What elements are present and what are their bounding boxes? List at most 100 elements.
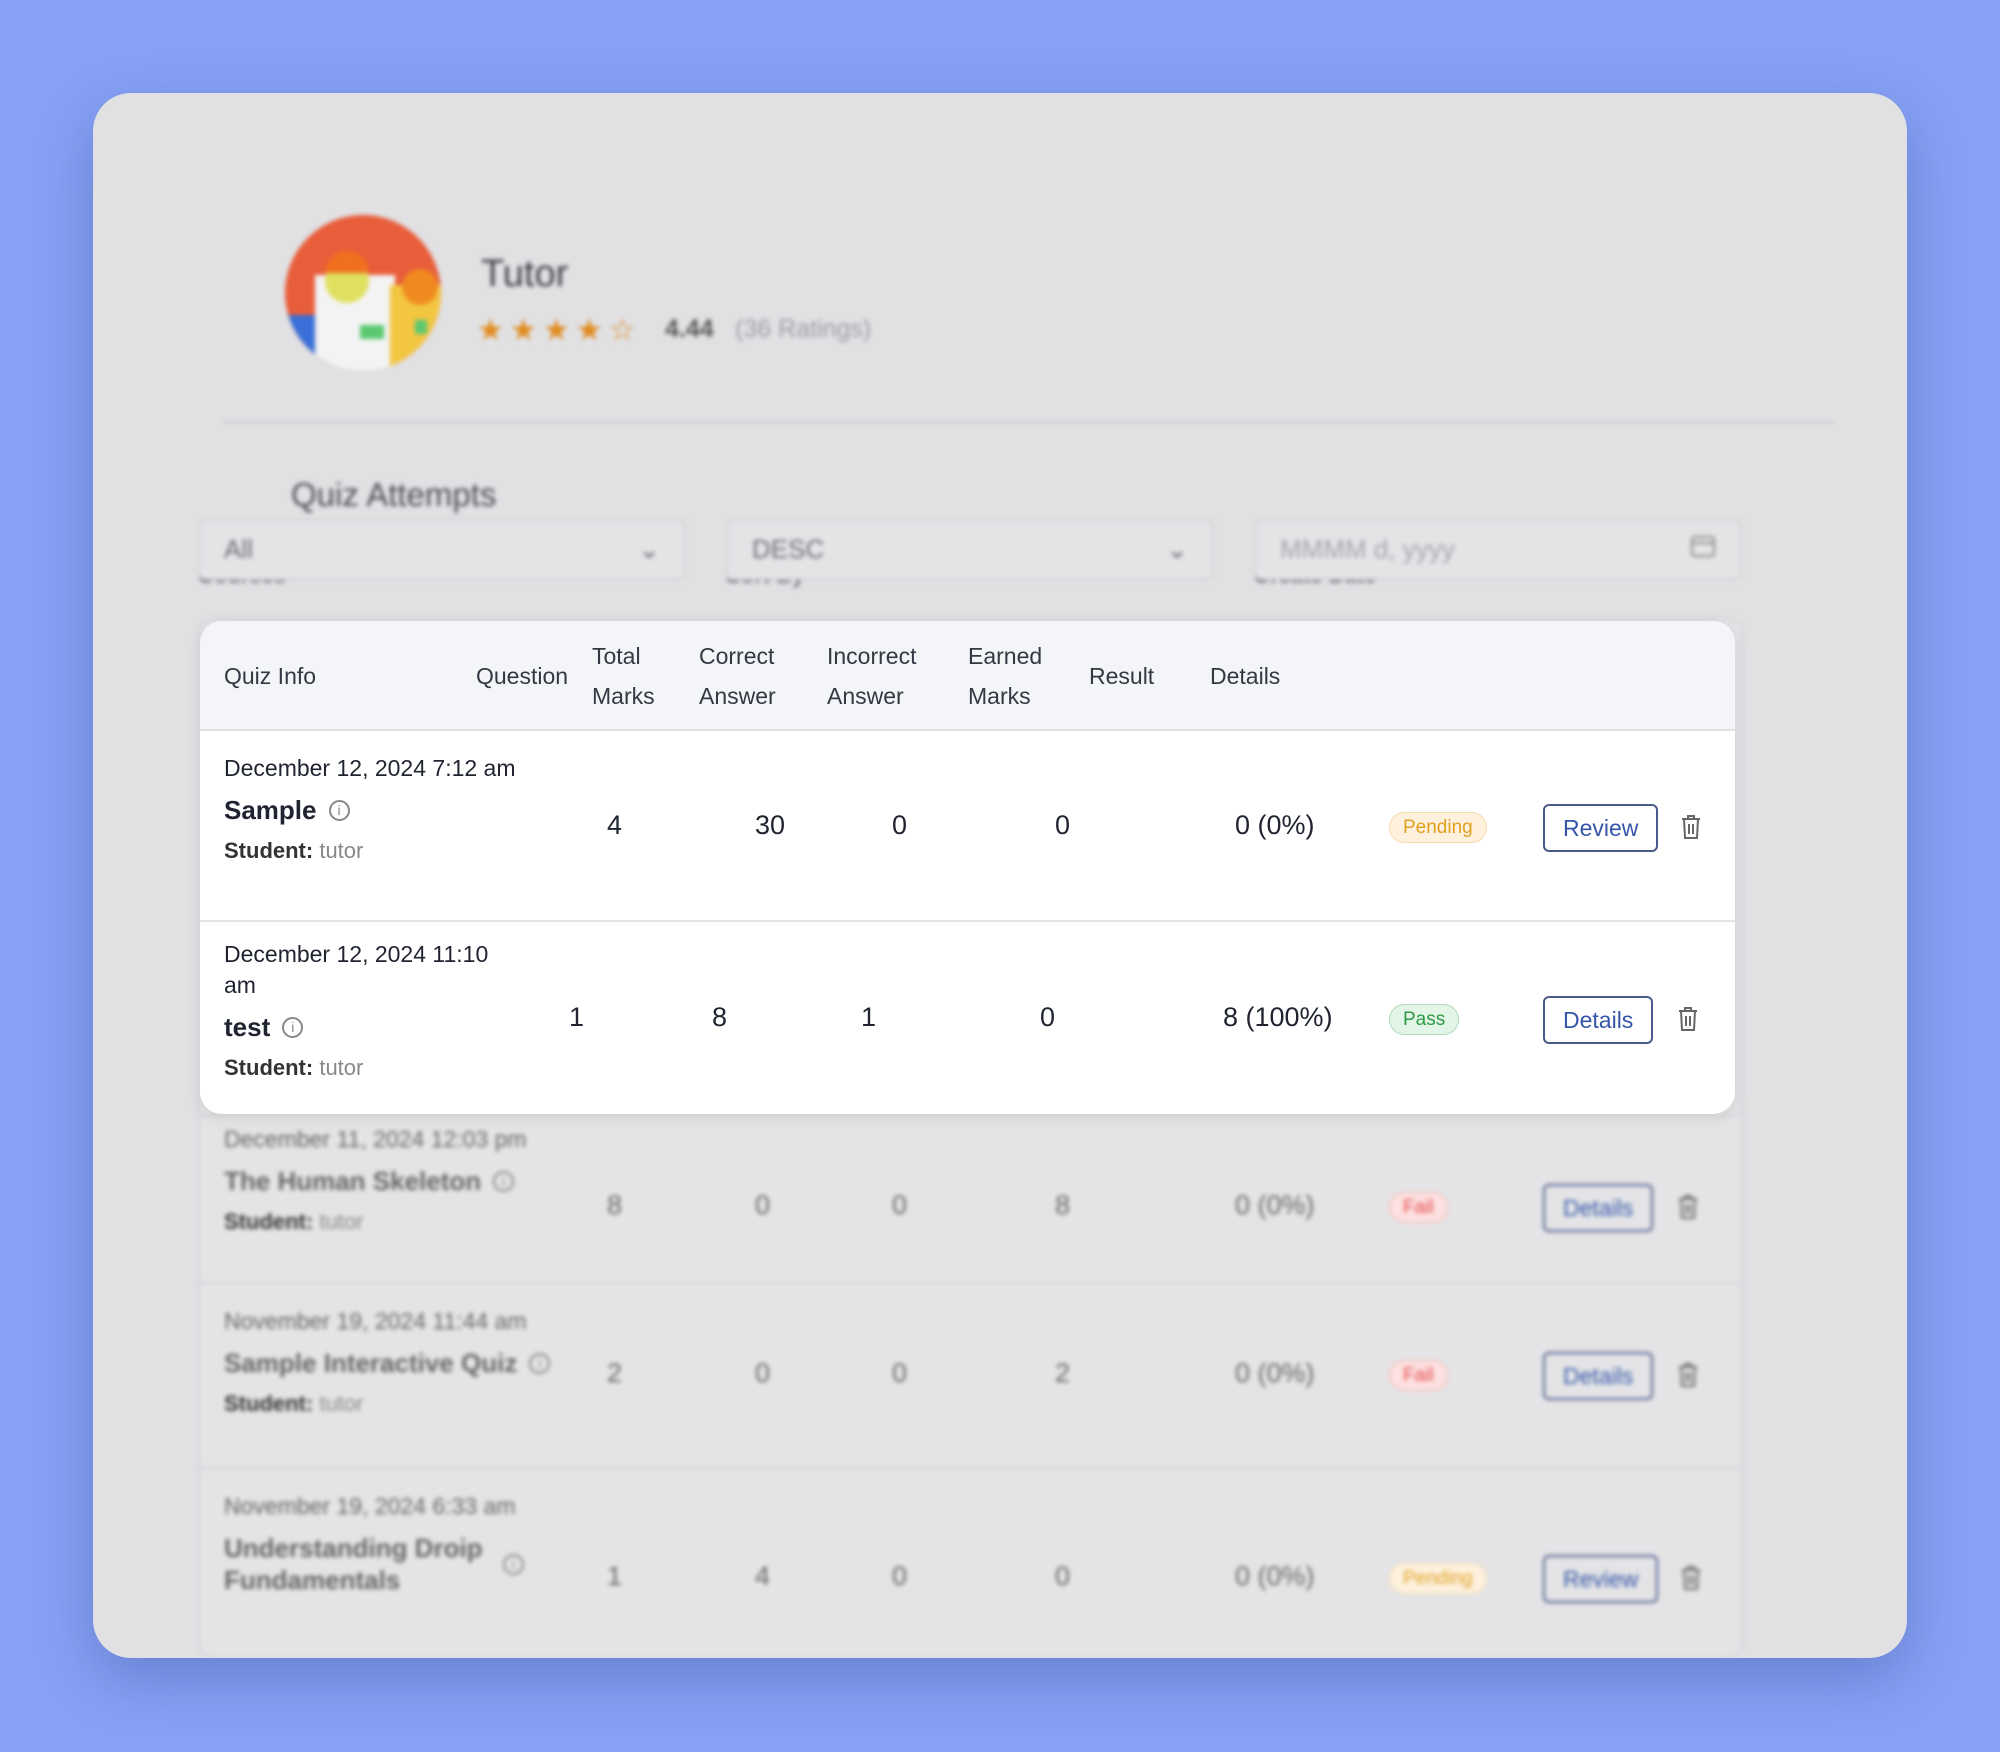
cell-earned: 0 (0%) xyxy=(1235,1358,1315,1388)
cell-correct: 0 xyxy=(892,810,908,840)
cell-incorrect: 0 xyxy=(1055,810,1071,840)
column-header-line: Details xyxy=(1210,663,1281,689)
info-icon[interactable]: i xyxy=(282,1016,304,1038)
info-icon[interactable]: i xyxy=(493,1170,515,1192)
quiz-info: November 19, 2024 11:44 am Sample Interac… xyxy=(224,1306,644,1417)
column-header-line: Marks xyxy=(968,683,1031,709)
info-icon[interactable]: i xyxy=(328,799,350,821)
cell-incorrect: 2 xyxy=(1055,1358,1071,1388)
sort-value: DESC xyxy=(752,534,825,564)
quiz-name: test i xyxy=(224,1011,499,1043)
quiz-info: November 19, 2024 6:33 am Understanding D… xyxy=(224,1491,524,1596)
column-header: Details xyxy=(1210,656,1280,696)
student-name: tutor xyxy=(319,1055,364,1080)
result-badge: Pass xyxy=(1389,1004,1460,1035)
quiz-name-text: test xyxy=(224,1012,271,1042)
attempt-date: December 12, 2024 7:12 am xyxy=(224,755,516,781)
quiz-name-text: Sample xyxy=(224,795,317,825)
star-filled-icon: ★ xyxy=(575,314,603,347)
quiz-name: The Human Skeleton i xyxy=(224,1165,644,1197)
quiz-name: Sample i xyxy=(224,794,604,826)
details-button[interactable]: Details xyxy=(1543,1352,1654,1400)
cell-incorrect: 0 xyxy=(1040,1002,1056,1032)
attempt-date: November 19, 2024 6:33 am xyxy=(224,1493,516,1519)
quiz-info: December 12, 2024 7:12 am Sample i Student:… xyxy=(224,753,604,864)
cell-total: 0 xyxy=(755,1358,771,1388)
trash-icon[interactable] xyxy=(1677,1006,1699,1032)
star-filled-icon: ★ xyxy=(509,314,537,347)
avatar xyxy=(285,215,441,371)
column-header-line: Answer xyxy=(827,683,904,709)
table-row: November 19, 2024 11:44 am Sample Interac… xyxy=(200,1284,1741,1469)
details-button[interactable]: Details xyxy=(1543,1184,1654,1232)
attempt-date: December 12, 2024 11:10 am xyxy=(224,941,489,998)
quiz-name-text: Understanding Droip Fundamentals xyxy=(224,1533,483,1595)
column-header-line: Total xyxy=(592,643,641,669)
column-header-line: Marks xyxy=(592,683,655,709)
student-line: Student: tutor xyxy=(224,838,604,864)
result-badge: Pending xyxy=(1389,1563,1487,1594)
column-header: Correct Answer xyxy=(699,636,776,716)
column-header-line: Correct xyxy=(699,643,775,669)
review-button[interactable]: Review xyxy=(1543,804,1659,852)
cell-earned: 0 (0%) xyxy=(1235,810,1315,840)
student-line: Student: tutor xyxy=(224,1209,644,1235)
date-input[interactable]: MMMM d, yyyy xyxy=(1254,519,1742,580)
cell-total: 30 xyxy=(755,810,786,840)
column-header: Incorrect Answer xyxy=(827,636,916,716)
attempt-date: December 11, 2024 12:03 pm xyxy=(224,1126,527,1152)
star-filled-icon: ★ xyxy=(542,314,570,347)
divider xyxy=(223,421,1834,424)
cell-total: 0 xyxy=(755,1190,771,1220)
courses-select[interactable]: All ⌄ xyxy=(198,519,686,580)
cell-total: 4 xyxy=(755,1561,771,1591)
student-name: tutor xyxy=(319,1391,364,1416)
cell-correct: 0 xyxy=(892,1358,908,1388)
column-header-line: Answer xyxy=(699,683,776,709)
quiz-attempts-table: Quiz Info Question Total Marks Correct Answer… xyxy=(200,621,1735,1114)
result-badge: Fail xyxy=(1389,1360,1448,1391)
cell-question: 2 xyxy=(607,1358,623,1388)
table-row: December 12, 2024 11:10 am test i Student: … xyxy=(200,921,1735,1114)
attempt-date: November 19, 2024 11:44 am xyxy=(224,1308,527,1334)
review-button[interactable]: Review xyxy=(1543,1555,1659,1603)
cell-correct: 0 xyxy=(892,1190,908,1220)
table-row: December 12, 2024 7:12 am Sample i Student:… xyxy=(200,731,1735,920)
trash-icon[interactable] xyxy=(1680,1565,1702,1591)
cell-earned: 8 (100%) xyxy=(1223,1002,1333,1032)
student-label: Student: xyxy=(224,1209,320,1234)
column-header-line: Result xyxy=(1089,663,1155,689)
chevron-down-icon: ⌄ xyxy=(638,534,660,564)
result-badge: Fail xyxy=(1389,1192,1448,1223)
cell-question: 1 xyxy=(607,1561,623,1591)
rating-value: 4.44 xyxy=(665,315,714,343)
quiz-name-text: Sample Interactive Quiz xyxy=(224,1348,518,1378)
quiz-info: December 12, 2024 11:10 am test i Student: … xyxy=(224,939,499,1081)
table-header: Quiz Info Question Total Marks Correct Answer… xyxy=(200,621,1735,731)
info-icon[interactable]: i xyxy=(503,1553,524,1575)
column-header: Quiz Info xyxy=(224,656,316,696)
date-placeholder: MMMM d, yyyy xyxy=(1280,534,1455,564)
section-title: Quiz Attempts xyxy=(291,476,497,513)
cell-earned: 0 (0%) xyxy=(1235,1561,1315,1591)
column-header-line: Incorrect xyxy=(827,643,917,669)
calendar-icon xyxy=(1690,533,1716,566)
student-name: tutor xyxy=(319,1209,364,1234)
student-label: Student: xyxy=(224,1391,320,1416)
quiz-info: December 11, 2024 12:03 pm The Human Skel… xyxy=(224,1124,644,1235)
star-filled-icon: ★ xyxy=(477,314,504,347)
background-row: November 19, 2024 6:33 am Understanding D… xyxy=(200,1467,1741,1639)
details-button[interactable]: Details xyxy=(1543,996,1654,1044)
sort-select[interactable]: DESC ⌄ xyxy=(726,519,1214,580)
column-header: Result xyxy=(1089,656,1154,696)
trash-icon[interactable] xyxy=(1677,1362,1699,1388)
chevron-down-icon: ⌄ xyxy=(1166,534,1188,564)
profile-name: Tutor xyxy=(481,253,569,295)
cell-question: 8 xyxy=(607,1190,623,1220)
trash-icon[interactable] xyxy=(1677,1194,1699,1220)
table-row: November 19, 2024 6:33 am Understanding D… xyxy=(200,1469,1741,1641)
trash-icon[interactable] xyxy=(1680,814,1702,840)
cell-correct: 1 xyxy=(861,1002,877,1032)
quiz-name-text: The Human Skeleton xyxy=(224,1166,482,1196)
info-icon[interactable]: i xyxy=(529,1352,551,1374)
